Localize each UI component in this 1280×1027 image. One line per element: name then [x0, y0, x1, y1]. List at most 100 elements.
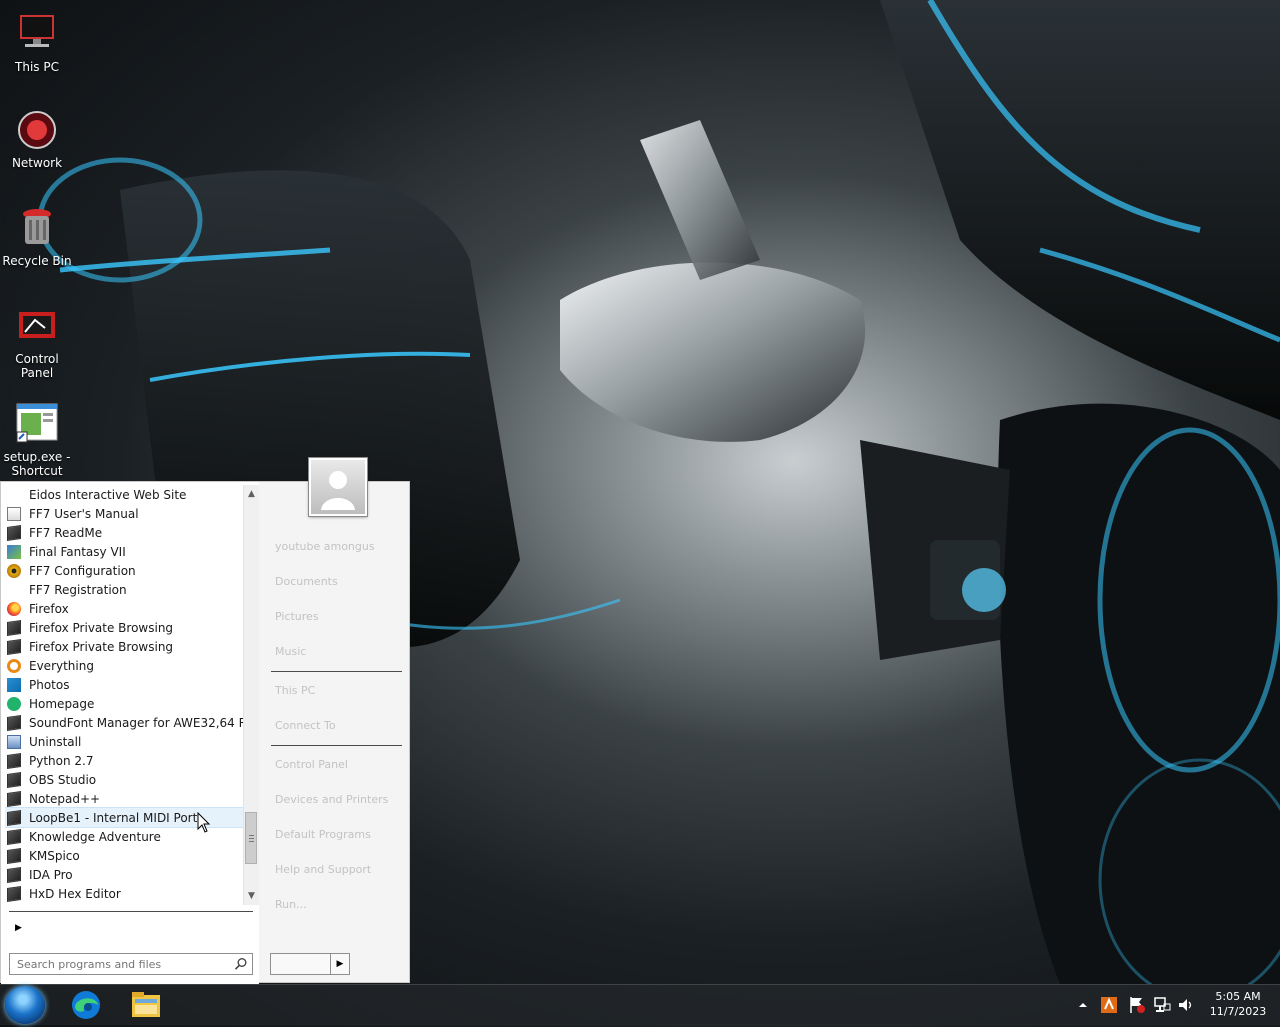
program-label: FF7 User's Manual	[29, 506, 139, 521]
program-list-item[interactable]: HxD Hex Editor	[5, 884, 243, 903]
start-menu: Eidos Interactive Web Site FF7 User's Man…	[0, 457, 410, 984]
start-link-pictures[interactable]: Pictures	[275, 610, 319, 623]
program-list-item[interactable]: FF7 ReadMe	[5, 523, 243, 542]
network-status-icon[interactable]	[1153, 995, 1171, 1015]
program-list-item[interactable]: Firefox Private Browsing	[5, 618, 243, 637]
desktop-icon-network[interactable]: Network	[0, 108, 74, 170]
search-input[interactable]	[13, 955, 235, 973]
firefox-icon	[7, 601, 21, 616]
program-list-item[interactable]: Final Fantasy VII	[5, 542, 243, 561]
start-link-control-panel[interactable]: Control Panel	[275, 758, 348, 771]
recycle-bin-icon	[23, 209, 51, 244]
program-list-scrollbar[interactable]: ▲ ▼	[243, 485, 259, 905]
scroll-down-arrow-icon[interactable]: ▼	[244, 889, 259, 904]
shortcut-icon	[7, 714, 21, 731]
desktop-icon-label: Recycle Bin	[2, 254, 72, 268]
shortcut-icon	[7, 638, 21, 655]
program-label: FF7 Configuration	[29, 563, 136, 578]
mouse-cursor-icon	[197, 812, 211, 833]
program-label: Everything	[29, 658, 94, 673]
program-list-item[interactable]: Photos	[5, 675, 243, 694]
taskbar-clock[interactable]: 5:05 AM 11/7/2023	[1206, 989, 1270, 1019]
start-button[interactable]	[5, 986, 45, 1024]
gear-icon	[7, 563, 21, 578]
program-list-item[interactable]: Firefox Private Browsing	[5, 637, 243, 656]
magnifier-icon	[7, 658, 21, 673]
program-list-item[interactable]: Uninstall	[5, 732, 243, 751]
shortcut-icon	[7, 524, 21, 541]
program-list-item[interactable]: Notepad++	[5, 789, 243, 808]
program-label: SoundFont Manager for AWE32,64 ReadMe	[29, 715, 243, 730]
globe-icon	[7, 696, 21, 711]
program-list-item[interactable]: Python 2.7	[5, 751, 243, 770]
program-list: Eidos Interactive Web Site FF7 User's Man…	[5, 485, 243, 905]
action-center-flag-icon[interactable]	[1128, 995, 1146, 1015]
program-list-item[interactable]: IDA Pro	[5, 865, 243, 884]
start-link-connect-to[interactable]: Connect To	[275, 719, 336, 732]
program-label: KMSpico	[29, 848, 80, 863]
taskbar-edge-button[interactable]	[66, 987, 106, 1023]
start-link-music[interactable]: Music	[275, 645, 306, 658]
program-label: HxD Hex Editor	[29, 886, 121, 901]
program-label: FF7 Registration	[29, 582, 127, 597]
program-list-item[interactable]: FF7 User's Manual	[5, 504, 243, 523]
control-panel-icon	[19, 312, 55, 338]
folder-icon	[7, 790, 21, 807]
desktop-icon-label: Control Panel	[15, 352, 59, 380]
desktop-icon-label: Network	[11, 156, 63, 170]
game-icon	[7, 544, 21, 559]
program-label: LoopBe1 - Internal MIDI Port	[29, 810, 198, 825]
photos-icon	[7, 677, 21, 692]
taskbar-explorer-button[interactable]	[126, 987, 166, 1023]
folder-icon	[7, 809, 21, 826]
start-link-documents[interactable]: Documents	[275, 575, 338, 588]
program-label: Firefox Private Browsing	[29, 639, 174, 654]
program-label: Notepad++	[29, 791, 101, 806]
back-arrow-icon[interactable]: ▶	[15, 923, 22, 933]
desktop-icon-recycle-bin[interactable]: Recycle Bin	[0, 206, 74, 268]
tray-app-icon[interactable]	[1100, 995, 1118, 1015]
scroll-up-arrow-icon[interactable]: ▲	[244, 487, 259, 502]
folder-icon	[7, 771, 21, 788]
program-list-item[interactable]: Firefox	[5, 599, 243, 618]
start-link-user-folder[interactable]: youtube amongus	[275, 540, 375, 553]
start-link-this-pc[interactable]: This PC	[275, 684, 315, 697]
desktop-icon-this-pc[interactable]: This PC	[0, 12, 74, 74]
volume-icon[interactable]	[1177, 995, 1195, 1015]
desktop-icon-label: setup.exe - Shortcut	[3, 450, 71, 478]
program-label: Final Fantasy VII	[29, 544, 126, 559]
user-icon	[321, 471, 355, 510]
start-menu-right-pane: youtube amongus Documents Pictures Music…	[259, 457, 409, 982]
program-list-item[interactable]: Homepage	[5, 694, 243, 713]
desktop-icon-control-panel[interactable]: Control Panel	[0, 304, 74, 380]
program-list-item[interactable]: SoundFont Manager for AWE32,64 ReadMe	[5, 713, 243, 732]
program-list-item[interactable]: Everything	[5, 656, 243, 675]
program-label: Firefox	[29, 601, 69, 616]
start-link-help-support[interactable]: Help and Support	[275, 863, 371, 876]
program-label: Eidos Interactive Web Site	[29, 487, 187, 502]
search-icon[interactable]	[234, 957, 248, 971]
blank-icon	[7, 488, 21, 502]
program-list-item[interactable]: FF7 Registration	[5, 580, 243, 599]
user-avatar[interactable]	[308, 457, 368, 517]
uninstall-icon	[7, 734, 21, 749]
clock-time: 5:05 AM	[1215, 990, 1261, 1003]
show-hidden-icons-icon[interactable]	[1078, 995, 1088, 1015]
shutdown-options-arrow-icon[interactable]: ▶	[330, 953, 350, 975]
program-label: IDA Pro	[29, 867, 73, 882]
program-label: Python 2.7	[29, 753, 94, 768]
program-list-item[interactable]: Eidos Interactive Web Site	[5, 485, 243, 504]
scrollbar-thumb[interactable]	[245, 812, 257, 864]
right-pane-divider	[271, 745, 402, 746]
desktop-icon-setup-shortcut[interactable]: setup.exe - Shortcut	[0, 402, 74, 478]
start-link-run[interactable]: Run...	[275, 898, 307, 911]
program-list-item[interactable]: KMSpico	[5, 846, 243, 865]
start-link-default-programs[interactable]: Default Programs	[275, 828, 371, 841]
program-label: Homepage	[29, 696, 95, 711]
desktop-icon-label: This PC	[15, 60, 59, 74]
program-list-item[interactable]: OBS Studio	[5, 770, 243, 789]
program-label: Photos	[29, 677, 70, 692]
program-list-item[interactable]: FF7 Configuration	[5, 561, 243, 580]
start-link-devices-printers[interactable]: Devices and Printers	[275, 793, 388, 806]
search-box[interactable]	[9, 953, 253, 975]
